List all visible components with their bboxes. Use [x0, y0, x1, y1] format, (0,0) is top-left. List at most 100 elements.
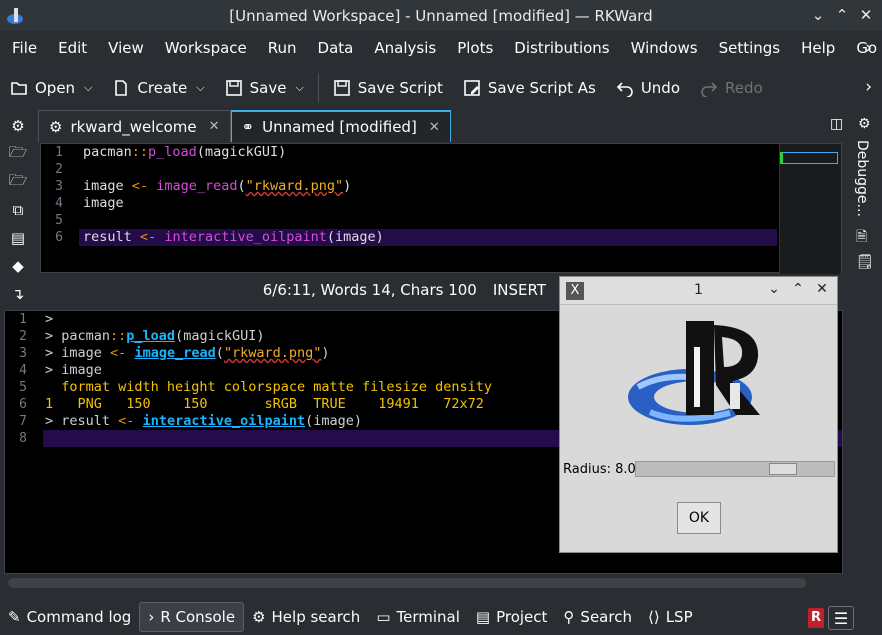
- close-icon[interactable]: ✕: [856, 5, 876, 25]
- radius-slider[interactable]: [635, 461, 835, 477]
- project-button[interactable]: ▤ Project: [468, 602, 556, 632]
- tab-label: Unnamed [modified]: [262, 118, 417, 136]
- code-token: p_load: [148, 144, 197, 160]
- folder-icon[interactable]: 🗁: [0, 140, 36, 168]
- current-code-line: result <- interactive_oilpaint(image): [79, 229, 777, 246]
- code-token: <-: [131, 178, 149, 194]
- hamburger-menu-icon[interactable]: ☰: [828, 606, 854, 630]
- chevron-down-icon[interactable]: ⌵: [84, 81, 92, 95]
- tools-icon[interactable]: ⚙: [858, 116, 871, 132]
- create-button[interactable]: Create ⌵: [102, 71, 214, 105]
- debugger-panel-label[interactable]: Debugge...: [854, 140, 870, 217]
- menu-settings[interactable]: Settings: [707, 39, 790, 57]
- redo-label: Redo: [725, 79, 763, 97]
- copy-icon[interactable]: ⧉: [0, 196, 36, 224]
- close-tab-icon[interactable]: ✕: [209, 119, 220, 134]
- menu-view[interactable]: View: [96, 39, 153, 57]
- line-number: 1: [19, 312, 27, 327]
- branch-icon[interactable]: ↴: [0, 280, 36, 308]
- chevron-right-icon[interactable]: ›: [865, 77, 872, 97]
- chevron-down-icon[interactable]: ⌵: [295, 81, 303, 95]
- line-number: 3: [19, 346, 27, 361]
- ok-button[interactable]: OK: [677, 502, 721, 534]
- maximize-icon[interactable]: ⌃: [789, 281, 807, 297]
- command-log-button[interactable]: ✎ Command log: [0, 602, 139, 632]
- menu-windows[interactable]: Windows: [619, 39, 707, 57]
- folder-open-icon: [11, 82, 27, 95]
- maximize-icon[interactable]: ⌃: [832, 5, 852, 25]
- line-number: 7: [19, 414, 27, 429]
- save-script-button[interactable]: Save Script: [323, 71, 453, 105]
- script-editor[interactable]: 1 2 3 4 5 6 pacman::p_load(magickGUI) im…: [40, 143, 842, 274]
- code-token: image: [83, 195, 124, 211]
- menu-file[interactable]: File: [0, 39, 46, 57]
- menu-data[interactable]: Data: [306, 39, 363, 57]
- radius-label: Radius: 8.0: [563, 462, 636, 477]
- search-button[interactable]: ⚲ Search: [555, 602, 640, 632]
- code-brackets-icon: ⟨⟩: [647, 608, 660, 626]
- menu-edit[interactable]: Edit: [46, 39, 96, 57]
- help-search-button[interactable]: ⚙ Help search: [244, 602, 368, 632]
- split-view-icon[interactable]: ◫: [830, 116, 843, 132]
- menu-go[interactable]: Go: [844, 39, 882, 57]
- r-console-button[interactable]: › R Console: [139, 602, 245, 632]
- save-script-as-button[interactable]: Save Script As: [453, 71, 606, 105]
- r-status-badge[interactable]: R: [808, 608, 824, 628]
- bottom-tool-bar: ✎ Command log › R Console ⚙ Help search …: [0, 600, 882, 634]
- help-search-label: Help search: [271, 608, 361, 626]
- document-icon[interactable]: 🗎: [856, 226, 867, 250]
- redo-button[interactable]: Redo: [690, 71, 773, 105]
- undo-icon: [616, 82, 633, 97]
- chevron-right-icon[interactable]: ›: [865, 38, 872, 58]
- menu-run[interactable]: Run: [256, 39, 306, 57]
- lsp-button[interactable]: ⟨⟩ LSP: [640, 602, 701, 632]
- input-mode[interactable]: INSERT: [493, 281, 546, 299]
- line-number: 1: [55, 145, 63, 160]
- window-title: [Unnamed Workspace] - Unnamed [modified]…: [229, 6, 653, 25]
- menu-distributions[interactable]: Distributions: [502, 39, 618, 57]
- minimize-icon[interactable]: ⌄: [808, 5, 828, 25]
- code-line: image: [79, 195, 777, 212]
- menu-workspace[interactable]: Workspace: [153, 39, 256, 57]
- close-icon[interactable]: ✕: [813, 281, 831, 297]
- code-area[interactable]: pacman::p_load(magickGUI) image <- image…: [79, 144, 777, 272]
- folder-icon[interactable]: 🗁: [0, 168, 36, 196]
- r-console-label: R Console: [160, 608, 236, 626]
- save-button[interactable]: Save ⌵: [215, 71, 314, 105]
- line-number: 8: [19, 431, 27, 446]
- open-button[interactable]: Open ⌵: [0, 71, 102, 105]
- radius-slider-thumb[interactable]: [769, 463, 797, 475]
- code-token: pacman: [83, 144, 132, 160]
- tab-rkward-welcome[interactable]: ⚙ rkward_welcome ✕: [38, 110, 231, 142]
- chevron-down-icon[interactable]: ⌵: [196, 81, 204, 95]
- git-icon[interactable]: ◆: [0, 252, 36, 280]
- oilpaint-dialog[interactable]: X 1 ⌄ ⌃ ✕ Radius: 8.0 OK: [559, 276, 838, 553]
- tools-icon[interactable]: ⚙: [0, 112, 36, 140]
- code-token: (magickGUI): [175, 328, 265, 344]
- menu-plots[interactable]: Plots: [445, 39, 502, 57]
- menu-help[interactable]: Help: [789, 39, 844, 57]
- line-number: 5: [19, 380, 27, 395]
- code-minimap[interactable]: [779, 144, 841, 274]
- oilpaint-preview-image: [628, 321, 760, 425]
- help-gear-icon: ⚙: [252, 608, 266, 626]
- search-label: Search: [580, 608, 632, 626]
- code-token: <-: [110, 345, 127, 361]
- document-edit-icon: ✎: [8, 608, 21, 626]
- project-label: Project: [496, 608, 548, 626]
- minimap-viewport[interactable]: [782, 152, 838, 164]
- close-tab-icon[interactable]: ✕: [429, 120, 440, 135]
- console-horizontal-scrollbar[interactable]: [8, 578, 806, 588]
- create-label: Create: [137, 79, 188, 97]
- lsp-label: LSP: [665, 608, 693, 626]
- minimize-icon[interactable]: ⌄: [765, 281, 783, 297]
- undo-button[interactable]: Undo: [606, 71, 690, 105]
- bug-icon[interactable]: 🗒: [856, 254, 874, 270]
- menu-analysis[interactable]: Analysis: [362, 39, 445, 57]
- list-icon[interactable]: ▤: [0, 224, 36, 252]
- tab-unnamed-modified[interactable]: ⚭ Unnamed [modified] ✕: [230, 110, 451, 142]
- terminal-button[interactable]: ▭ Terminal: [368, 602, 468, 632]
- script-icon: ⚭: [241, 118, 255, 136]
